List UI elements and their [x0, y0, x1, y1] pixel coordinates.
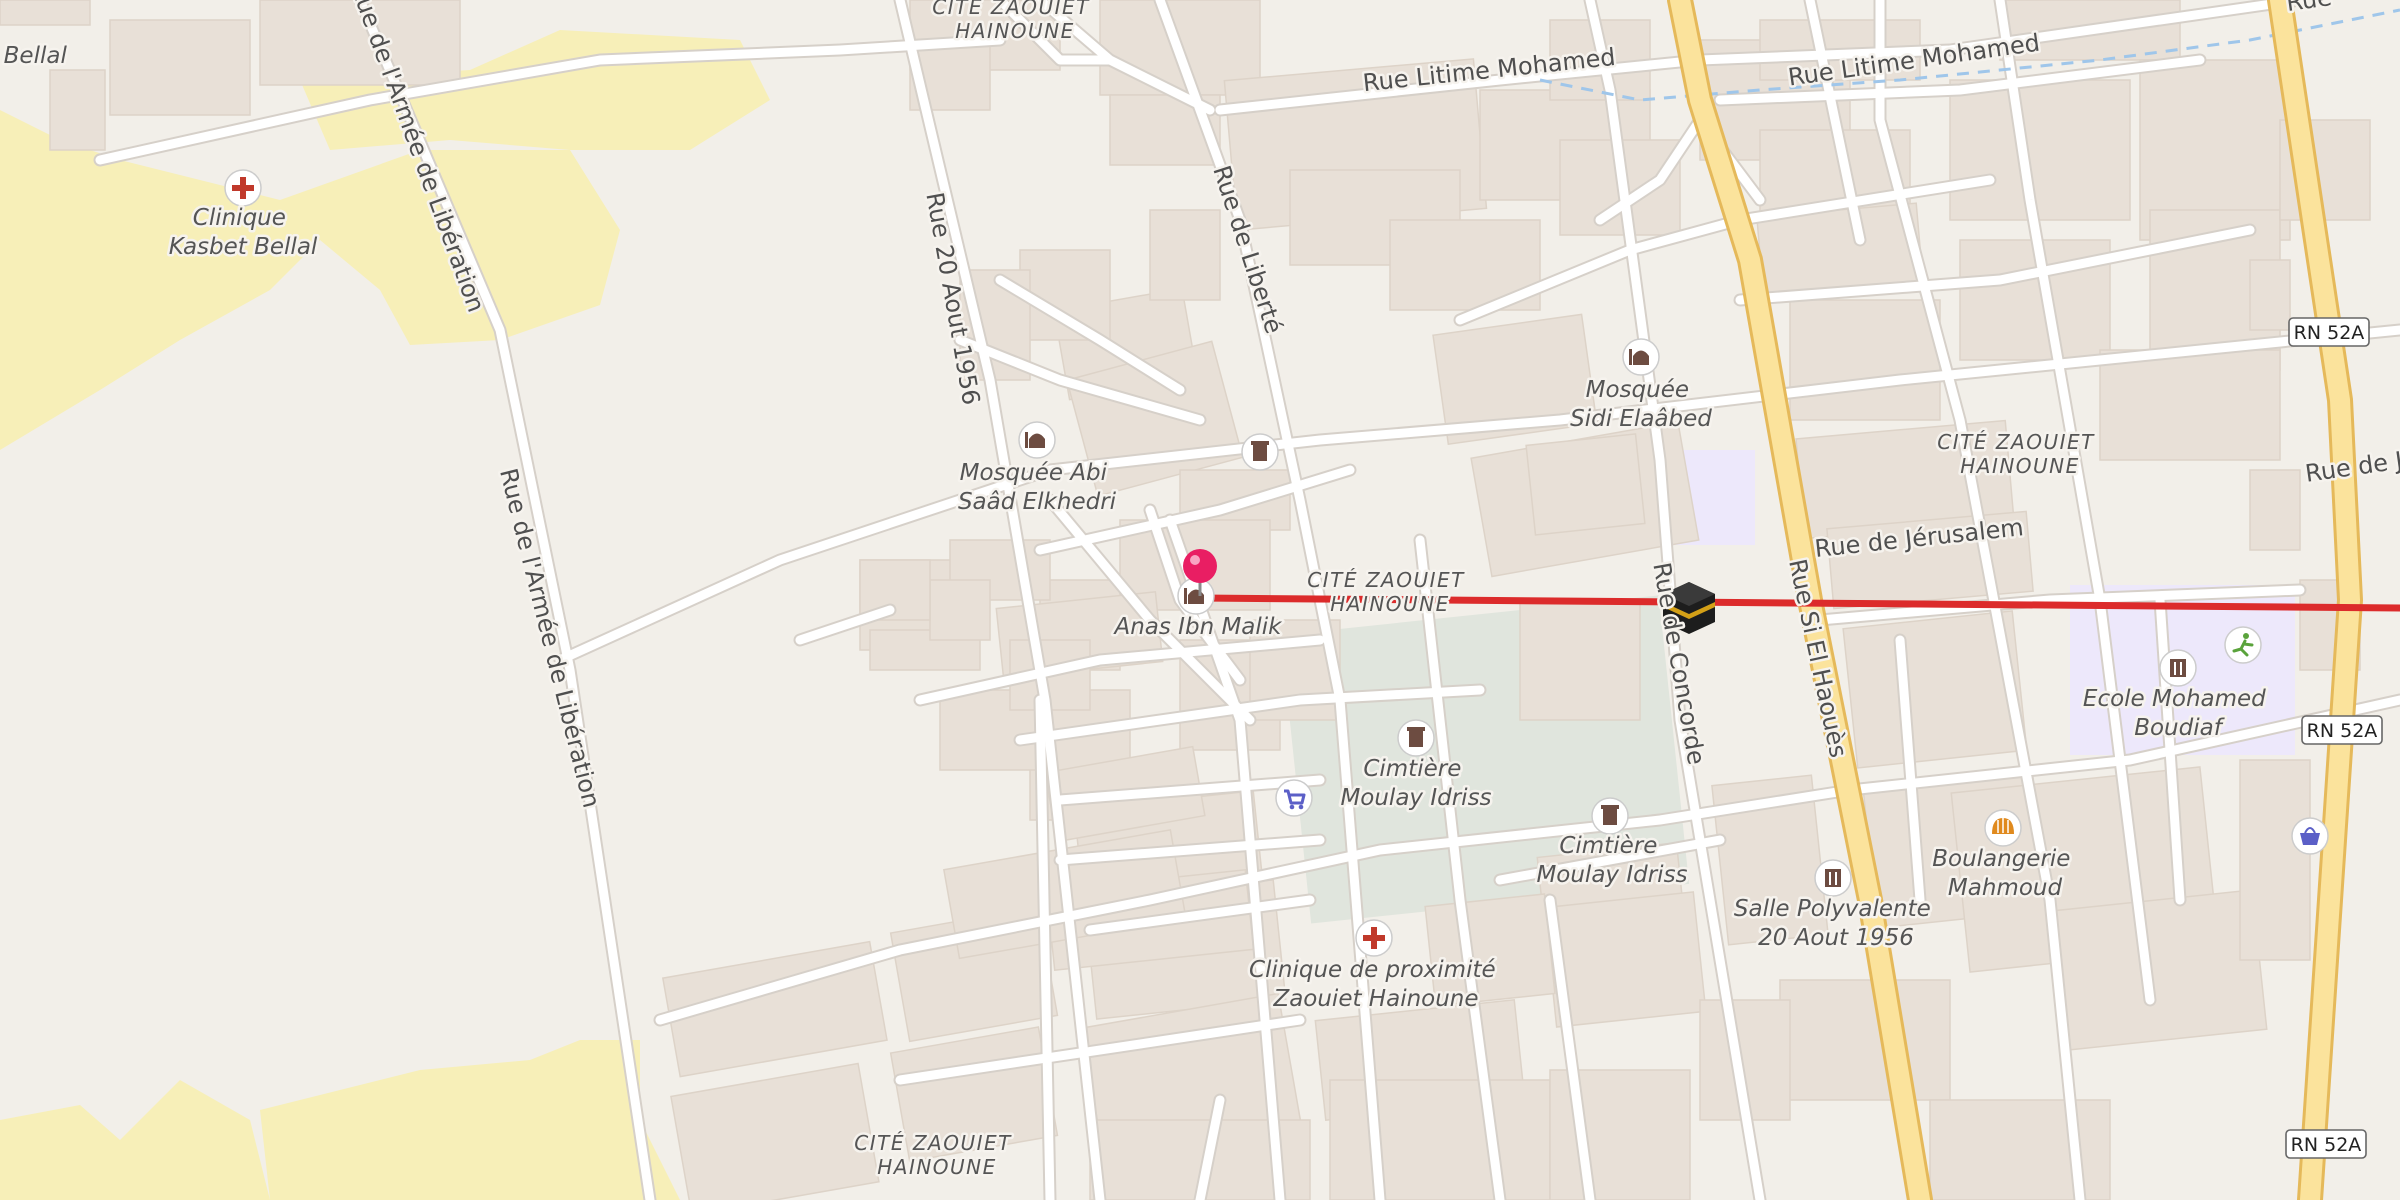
route-shield-top: RN 52A: [2288, 317, 2370, 347]
school-icon[interactable]: [1814, 859, 1852, 897]
shopping-cart-icon[interactable]: [1275, 779, 1313, 817]
cemetery-icon[interactable]: [1397, 719, 1435, 757]
route-shield-label: RN 52A: [2294, 322, 2365, 344]
route-shield-label: RN 52A: [2291, 1134, 2362, 1156]
sports-icon[interactable]: [2224, 626, 2262, 664]
hospital-icon[interactable]: [1355, 919, 1393, 957]
district-label-cite-top: CITÉ ZAOUIET HAINOUNE: [932, 0, 1097, 43]
place-label-kasbet-partial: et Bellal: [0, 43, 67, 69]
cemetery-icon[interactable]: [1241, 433, 1279, 471]
mosque-icon[interactable]: [1018, 421, 1056, 459]
district-label-cite-center: CITÉ ZAOUIET HAINOUNE: [1307, 568, 1472, 616]
anas-ibn-malik-label: Anas Ibn Malik: [1112, 614, 1283, 640]
hospital-icon[interactable]: [224, 169, 262, 207]
school-icon[interactable]: [2159, 649, 2197, 687]
mosque-icon[interactable]: [1177, 577, 1215, 615]
route-shield-bottom: RN 52A: [2285, 1129, 2367, 1159]
route-shield-middle: RN 52A: [2301, 715, 2383, 745]
bakery-icon[interactable]: [1984, 809, 2022, 847]
cemetery-icon[interactable]: [1591, 797, 1629, 835]
district-label-cite-bottom: CITÉ ZAOUIET HAINOUNE: [854, 1131, 1019, 1179]
mosque-icon[interactable]: [1622, 338, 1660, 376]
map-canvas[interactable]: RN 52A RN 52A RN 52A Bellal Clinique Kas…: [0, 0, 2400, 1200]
shopping-bag-icon[interactable]: [2291, 817, 2329, 855]
route-shield-label: RN 52A: [2307, 720, 2378, 742]
district-label-cite-right: CITÉ ZAOUIET HAINOUNE: [1937, 430, 2102, 478]
